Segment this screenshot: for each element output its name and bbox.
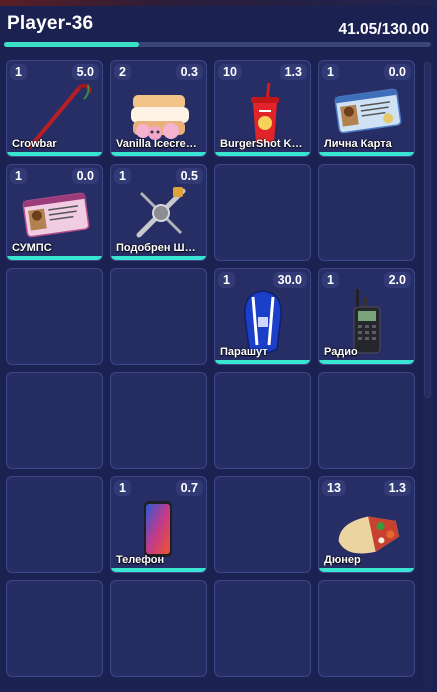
item-weight: 0.7 <box>175 480 203 496</box>
item-durability-bar <box>215 152 310 156</box>
scrollbar[interactable] <box>423 60 432 688</box>
inventory-slot[interactable]: 10 1.3 BurgerShot K… <box>214 60 311 157</box>
license-card-icon <box>21 191 91 244</box>
inventory-slot[interactable]: 1 2.0 Радио <box>318 268 415 365</box>
item-quantity: 13 <box>322 480 346 496</box>
item-name: СУМПС <box>12 242 52 254</box>
inventory-slot-empty[interactable] <box>318 580 415 677</box>
scrollbar-thumb[interactable] <box>424 62 431 398</box>
inventory-header: Player-36 41.05/130.00 <box>0 6 437 52</box>
inventory-slot[interactable]: 1 0.0 СУМПС <box>6 164 103 261</box>
item-durability-bar <box>319 152 414 156</box>
item-quantity: 2 <box>114 64 131 80</box>
inventory-grid-container[interactable]: 1 5.0 Crowbar 2 0.3 Vanilla Icecre… 10 1.3 Burge… <box>0 52 437 692</box>
weight-bar-fill <box>4 42 139 47</box>
inventory-slot[interactable]: 1 30.0 Парашут <box>214 268 311 365</box>
inventory-slot[interactable]: 1 0.7 Телефон <box>110 476 207 573</box>
inventory-grid: 1 5.0 Crowbar 2 0.3 Vanilla Icecre… 10 1.3 Burge… <box>6 60 415 677</box>
item-weight: 0.3 <box>175 64 203 80</box>
item-weight: 1.3 <box>279 64 307 80</box>
inventory-slot[interactable]: 1 0.0 Лична Карта <box>318 60 415 157</box>
item-quantity: 1 <box>218 272 235 288</box>
item-durability-bar <box>215 360 310 364</box>
inventory-slot-empty[interactable] <box>214 580 311 677</box>
item-durability-bar <box>111 152 206 156</box>
weight-bar <box>4 42 431 47</box>
inventory-slot-empty[interactable] <box>6 476 103 573</box>
inventory-slot[interactable]: 13 1.3 Дюнер <box>318 476 415 573</box>
item-name: Лична Карта <box>324 138 392 150</box>
inventory-slot-empty[interactable] <box>110 372 207 469</box>
item-durability-bar <box>319 360 414 364</box>
inventory-slot-empty[interactable] <box>6 372 103 469</box>
inventory-slot-empty[interactable] <box>214 372 311 469</box>
inventory-slot-empty[interactable] <box>214 164 311 261</box>
item-name: Дюнер <box>324 554 361 566</box>
inventory-slot[interactable]: 1 5.0 Crowbar <box>6 60 103 157</box>
item-name: Радио <box>324 346 358 358</box>
item-quantity: 1 <box>322 272 339 288</box>
inventory-slot[interactable]: 1 0.5 Подобрен Ш… <box>110 164 207 261</box>
item-durability-bar <box>7 152 102 156</box>
inventory-slot-empty[interactable] <box>6 268 103 365</box>
inventory-slot-empty[interactable] <box>318 164 415 261</box>
weight-readout: 41.05/130.00 <box>338 21 429 38</box>
item-weight: 30.0 <box>272 272 307 288</box>
lockpick-icon <box>133 185 189 246</box>
item-quantity: 1 <box>114 168 131 184</box>
item-weight: 2.0 <box>383 272 411 288</box>
item-durability-bar <box>7 256 102 260</box>
item-durability-bar <box>111 256 206 260</box>
inventory-slot-empty[interactable] <box>110 268 207 365</box>
item-quantity: 1 <box>322 64 339 80</box>
item-durability-bar <box>111 568 206 572</box>
id-card-icon <box>333 87 403 140</box>
item-weight: 5.0 <box>71 64 99 80</box>
item-weight: 1.3 <box>383 480 411 496</box>
item-quantity: 1 <box>10 64 27 80</box>
item-quantity: 1 <box>10 168 27 184</box>
inventory-slot-empty[interactable] <box>6 580 103 677</box>
item-name: BurgerShot K… <box>220 138 303 150</box>
inventory-slot[interactable]: 2 0.3 Vanilla Icecre… <box>110 60 207 157</box>
item-durability-bar <box>319 568 414 572</box>
item-name: Подобрен Ш… <box>116 242 196 254</box>
inventory-slot-empty[interactable] <box>214 476 311 573</box>
item-name: Crowbar <box>12 138 57 150</box>
inventory-slot-empty[interactable] <box>318 372 415 469</box>
item-quantity: 10 <box>218 64 242 80</box>
item-weight: 0.0 <box>71 168 99 184</box>
item-weight: 0.0 <box>383 64 411 80</box>
item-name: Телефон <box>116 554 165 566</box>
item-name: Парашут <box>220 346 268 358</box>
item-quantity: 1 <box>114 480 131 496</box>
player-name: Player-36 <box>7 13 94 34</box>
item-weight: 0.5 <box>175 168 203 184</box>
item-name: Vanilla Icecre… <box>116 138 197 150</box>
inventory-slot-empty[interactable] <box>110 580 207 677</box>
